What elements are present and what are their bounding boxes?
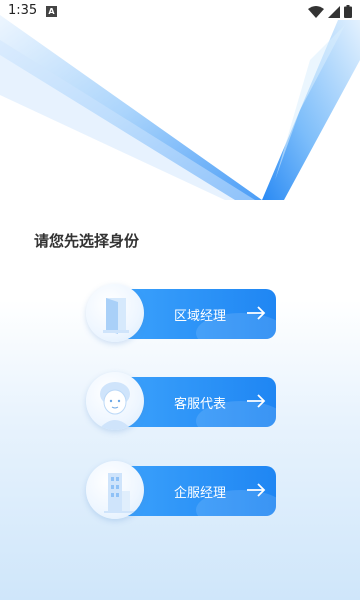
- role-card-regional-manager[interactable]: 区域经理: [86, 284, 276, 342]
- wifi-icon: [308, 5, 324, 18]
- role-label: 客服代表: [174, 397, 227, 412]
- role-card-customer-service[interactable]: 客服代表: [86, 372, 276, 430]
- status-icons: [308, 5, 352, 18]
- status-bar: 1:35 A: [0, 0, 360, 24]
- arrow-right-icon: [247, 306, 266, 320]
- door-icon: [86, 284, 144, 342]
- identity-prompt: 请您先选择身份: [34, 232, 140, 250]
- agent-avatar-icon: [86, 372, 144, 430]
- notification-icon: A: [46, 6, 57, 17]
- role-label: 区域经理: [174, 309, 227, 324]
- hero-decoration: [0, 15, 360, 200]
- role-card-enterprise-manager[interactable]: 企服经理: [86, 461, 276, 519]
- role-label: 企服经理: [174, 486, 227, 501]
- status-time: 1:35: [8, 3, 38, 18]
- building-icon: [86, 461, 144, 519]
- signal-icon: [328, 5, 340, 18]
- arrow-right-icon: [247, 483, 266, 497]
- arrow-right-icon: [247, 394, 266, 408]
- battery-icon: [344, 5, 352, 18]
